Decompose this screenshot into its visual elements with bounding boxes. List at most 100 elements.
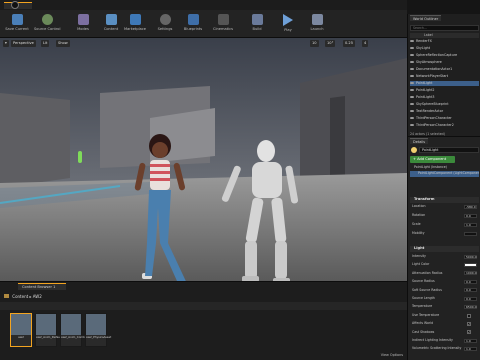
- outliner-row[interactable]: SkyLight: [410, 46, 479, 51]
- property-checkbox[interactable]: ✓: [467, 321, 471, 326]
- launch-icon: [311, 14, 323, 25]
- content-browser-tab[interactable]: Content Browser 1: [18, 283, 66, 290]
- folder-icon: [4, 294, 9, 298]
- camera-speed-button[interactable]: 4: [362, 40, 369, 47]
- light-section[interactable]: Light: [410, 246, 479, 252]
- property-value-field[interactable]: 0.0: [464, 279, 477, 284]
- outliner-row-label: ThirdPersonCharacter: [416, 116, 452, 120]
- visibility-eye-icon[interactable]: [410, 60, 414, 64]
- light-property-row: Temperature 6500.0: [412, 304, 479, 310]
- property-value-field[interactable]: 1.0: [464, 338, 477, 343]
- property-value-field[interactable]: -580.0: [464, 204, 477, 209]
- outliner-row[interactable]: TextRenderActor: [410, 109, 479, 114]
- property-value-field[interactable]: 5000.0: [464, 254, 477, 259]
- visibility-eye-icon[interactable]: [410, 81, 414, 85]
- transform-section[interactable]: Transform: [410, 197, 479, 203]
- play-button[interactable]: Play: [275, 14, 301, 36]
- asset-tile[interactable]: aw2_Anim_Default_01: [35, 313, 67, 347]
- asset-name: aw2: [18, 335, 24, 339]
- property-checkbox[interactable]: [467, 313, 471, 318]
- perspective-button[interactable]: Perspective: [11, 40, 36, 47]
- visibility-eye-icon[interactable]: [410, 74, 414, 78]
- cinematics-button[interactable]: Cinematics: [210, 14, 236, 36]
- component-row[interactable]: PointLightComponent (LightComponent0): [410, 171, 479, 177]
- outliner-row[interactable]: RenderFX: [410, 39, 479, 44]
- property-value-field[interactable]: 1000.0: [464, 271, 477, 276]
- show-button[interactable]: Show: [56, 40, 70, 47]
- actor-name-field[interactable]: PointLight: [419, 147, 479, 153]
- outliner-row[interactable]: SkySphereBlueprint: [410, 102, 479, 107]
- asset-tile[interactable]: aw2_Anim_Combined: [60, 313, 91, 347]
- view-options-button[interactable]: View Options: [381, 353, 403, 357]
- property-value-field[interactable]: 0.0: [464, 288, 477, 293]
- asset-thumbnail-icon: [61, 314, 81, 335]
- visibility-eye-icon[interactable]: [410, 116, 414, 120]
- add-component-button[interactable]: + Add Component: [410, 156, 455, 163]
- property-label: Indirect Lighting Intensity: [412, 338, 453, 342]
- outliner-row[interactable]: DocumentationActor1: [410, 67, 479, 72]
- viewport-options-button[interactable]: ▾: [3, 40, 9, 47]
- outliner-row-label: ThirdPersonCharacter2: [416, 123, 454, 127]
- visibility-eye-icon[interactable]: [410, 123, 414, 127]
- property-value-field[interactable]: 0.0: [464, 296, 477, 301]
- visibility-eye-icon[interactable]: [410, 109, 414, 113]
- launch-button[interactable]: Launch: [304, 14, 330, 36]
- light-color-swatch[interactable]: [464, 263, 477, 268]
- property-value-field[interactable]: 0.0: [464, 213, 477, 218]
- grid-snap-button[interactable]: 10: [310, 40, 319, 47]
- visibility-eye-icon[interactable]: [410, 88, 414, 92]
- visibility-eye-icon[interactable]: [410, 53, 414, 57]
- lit-button[interactable]: Lit: [41, 40, 50, 47]
- outliner-row[interactable]: SphereReflectionCapture: [410, 53, 479, 58]
- property-value-field[interactable]: 1.0: [464, 222, 477, 227]
- visibility-eye-icon[interactable]: [410, 46, 414, 50]
- blueprints-button[interactable]: Blueprints: [180, 14, 206, 36]
- marketplace-button[interactable]: Marketplace: [122, 14, 148, 36]
- breadcrumb-aw2[interactable]: AW2: [33, 294, 42, 299]
- visibility-eye-icon[interactable]: [410, 39, 414, 43]
- asset-tile[interactable]: aw2_PhysicsAsset: [85, 313, 112, 347]
- outliner-row[interactable]: PointLight: [410, 81, 479, 87]
- asset-thumbnail-icon: [36, 314, 56, 335]
- left-wall: [0, 93, 70, 188]
- visibility-eye-icon[interactable]: [410, 102, 414, 106]
- build-button[interactable]: Build: [244, 14, 270, 36]
- outliner-search-input[interactable]: Search...: [410, 25, 479, 31]
- property-checkbox[interactable]: ✓: [467, 330, 471, 335]
- outliner-row[interactable]: ThirdPersonCharacter2: [410, 123, 479, 128]
- level-viewport[interactable]: ▾ Perspective Lit Show 10 10° 0.25 4: [0, 38, 407, 281]
- angle-snap-button[interactable]: 10°: [325, 40, 336, 47]
- asset-tile[interactable]: aw2: [10, 313, 32, 347]
- outliner-row[interactable]: SkyAtmosphere: [410, 60, 479, 65]
- property-value-field[interactable]: 1.0: [464, 347, 477, 352]
- world-outliner-tab[interactable]: World Outliner: [410, 15, 442, 21]
- breadcrumb-content[interactable]: Content: [12, 294, 28, 299]
- modes-button[interactable]: Modes: [70, 14, 96, 36]
- component-row[interactable]: PointLight (Instance): [410, 165, 479, 171]
- light-property-row: Affects World ✓: [412, 321, 479, 327]
- outliner-row-label: SkySphereBlueprint: [416, 102, 449, 106]
- outliner-row[interactable]: PointLight2: [410, 88, 479, 93]
- world-outliner-panel: World Outliner Search... Label RenderFX S…: [407, 14, 480, 136]
- outliner-row[interactable]: ThirdPersonCharacter: [410, 116, 479, 121]
- source-control-button[interactable]: Source Control: [34, 14, 60, 36]
- asset-name: aw2_PhysicsAsset: [86, 335, 112, 339]
- build-icon: [251, 14, 263, 25]
- settings-button[interactable]: Settings: [152, 14, 178, 36]
- property-value-field[interactable]: [464, 231, 477, 236]
- outliner-row[interactable]: PointLight3: [410, 95, 479, 100]
- property-label: Intensity: [412, 254, 426, 258]
- property-label: Location: [412, 204, 426, 208]
- content-button[interactable]: Content: [98, 14, 124, 36]
- outliner-row[interactable]: NetworkPlayerStart: [410, 74, 479, 79]
- save-current-button[interactable]: Save Current: [4, 14, 30, 36]
- visibility-eye-icon[interactable]: [410, 67, 414, 71]
- property-label: Use Temperature: [412, 312, 440, 317]
- outliner-column-label[interactable]: Label: [410, 33, 479, 38]
- property-value-field[interactable]: 6500.0: [464, 305, 477, 310]
- details-tab[interactable]: Details: [410, 138, 429, 144]
- content-browser-panel: Content Browser 1 Content ▸ AW2 aw2 aw2_A…: [0, 281, 407, 360]
- visibility-eye-icon[interactable]: [410, 95, 414, 99]
- light-property-row: Intensity 5000.0: [412, 254, 479, 260]
- scale-snap-button[interactable]: 0.25: [343, 40, 356, 47]
